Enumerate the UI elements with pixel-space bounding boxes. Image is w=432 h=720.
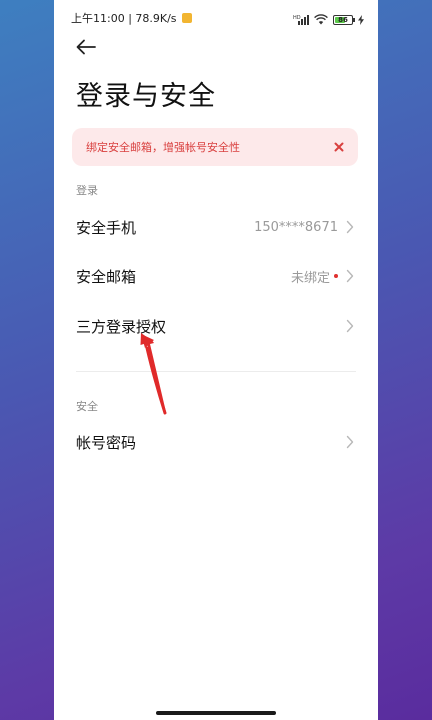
page-title: 登录与安全 bbox=[76, 81, 216, 112]
chevron-right-icon bbox=[346, 220, 354, 234]
banner-close-button[interactable] bbox=[332, 140, 346, 154]
home-indicator[interactable] bbox=[156, 711, 276, 715]
row-label-third-party: 三方登录授权 bbox=[76, 317, 167, 336]
back-arrow-icon bbox=[76, 39, 96, 59]
wifi-icon bbox=[314, 10, 328, 29]
section-label-login: 登录 bbox=[76, 184, 98, 197]
phone-screen: 上午11:00 | 78.9K/s HD 86 登录与安全 绑定安全邮箱，增强帐… bbox=[54, 0, 378, 720]
chevron-right-icon bbox=[346, 269, 354, 283]
row-value-email: 未绑定 bbox=[290, 270, 330, 286]
status-bar: 上午11:00 | 78.9K/s HD 86 bbox=[54, 0, 378, 34]
section-divider bbox=[76, 371, 356, 372]
row-security-email[interactable]: 安全邮箱 未绑定 bbox=[54, 252, 378, 300]
banner-text: 绑定安全邮箱，增强帐号安全性 bbox=[86, 141, 240, 154]
battery-icon: 86 bbox=[333, 14, 355, 25]
signal-icon: HD bbox=[293, 10, 309, 29]
close-icon bbox=[334, 142, 344, 152]
status-left: 上午11:00 | 78.9K/s bbox=[71, 10, 192, 26]
status-right: HD 86 bbox=[293, 10, 364, 29]
battery-level: 86 bbox=[338, 15, 348, 24]
chevron-right-icon bbox=[346, 319, 354, 333]
chevron-right-icon bbox=[346, 435, 354, 449]
status-time-speed: 上午11:00 | 78.9K/s bbox=[71, 12, 177, 25]
row-third-party-login[interactable]: 三方登录授权 bbox=[54, 302, 378, 350]
back-button[interactable] bbox=[74, 37, 98, 61]
row-value-phone: 150****8671 bbox=[254, 219, 338, 235]
row-label-password: 帐号密码 bbox=[76, 433, 137, 452]
unbound-dot-badge bbox=[334, 274, 338, 278]
signal-hd-label: HD bbox=[293, 15, 301, 21]
email-binding-banner[interactable]: 绑定安全邮箱，增强帐号安全性 bbox=[72, 128, 358, 166]
section-label-security: 安全 bbox=[76, 400, 98, 413]
charging-icon bbox=[358, 10, 364, 29]
row-account-password[interactable]: 帐号密码 bbox=[54, 418, 378, 466]
notification-icon bbox=[181, 13, 192, 23]
row-security-phone[interactable]: 安全手机 150****8671 bbox=[54, 203, 378, 251]
row-label-email: 安全邮箱 bbox=[76, 267, 137, 286]
row-label-phone: 安全手机 bbox=[76, 218, 137, 237]
